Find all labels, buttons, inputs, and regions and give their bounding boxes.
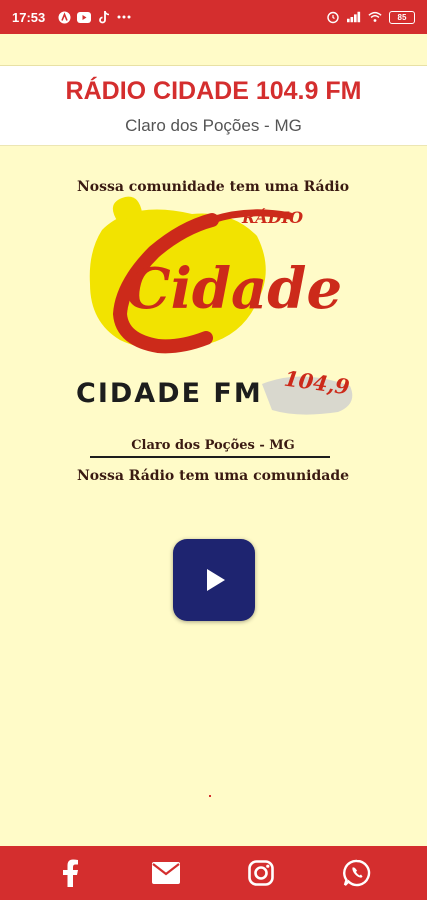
- station-location: Claro dos Poções - MG: [125, 116, 302, 135]
- station-title: RÁDIO CIDADE 104.9 FM: [65, 77, 362, 105]
- logo-cidade-text: Cidade: [126, 256, 343, 322]
- logo-divider: [90, 456, 330, 458]
- battery-icon: 85: [389, 10, 415, 24]
- play-icon: [207, 569, 225, 591]
- logo-bottom-slogan: Nossa Rádio tem uma comunidade: [76, 468, 350, 484]
- instagram-button[interactable]: [244, 856, 278, 890]
- whatsapp-button[interactable]: [340, 856, 374, 890]
- play-button[interactable]: [173, 539, 255, 621]
- battery-level: 85: [397, 12, 407, 22]
- station-logo: Nossa comunidade tem uma Rádio RÁDIO Cid…: [62, 172, 364, 492]
- status-bar: 17:53 85: [0, 0, 427, 34]
- logo-radio-text: RÁDIO: [242, 208, 304, 227]
- whatsapp-icon: [343, 859, 371, 887]
- facebook-button[interactable]: [53, 856, 87, 890]
- more-dots-icon: [117, 10, 131, 24]
- alarm-icon: [326, 10, 340, 24]
- logo-top-slogan: Nossa comunidade tem uma Rádio: [76, 179, 350, 195]
- loading-indicator: [209, 795, 211, 797]
- logo-city: Claro dos Poções - MG: [131, 438, 295, 453]
- email-button[interactable]: [149, 856, 183, 890]
- facebook-icon: [62, 859, 78, 887]
- logo-fm-text: CIDADE FM: [76, 378, 263, 409]
- top-strip: [0, 34, 427, 66]
- email-icon: [151, 862, 180, 884]
- a-icon: [57, 10, 71, 24]
- signal-icon: [347, 10, 361, 24]
- youtube-icon: [77, 10, 92, 24]
- instagram-icon: [248, 860, 275, 886]
- social-bar: [0, 846, 427, 900]
- tiktok-icon: [97, 10, 111, 24]
- station-header: RÁDIO CIDADE 104.9 FM Claro dos Poções -…: [0, 66, 427, 146]
- status-time: 17:53: [12, 9, 46, 25]
- wifi-icon: [368, 10, 382, 24]
